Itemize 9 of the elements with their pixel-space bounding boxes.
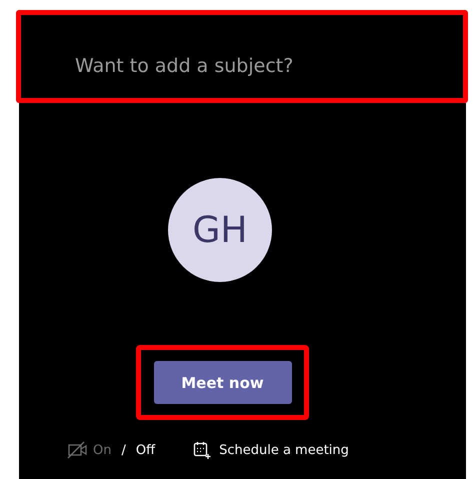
- calendar-add-icon: [193, 441, 212, 459]
- schedule-meeting-link[interactable]: Schedule a meeting: [193, 441, 349, 459]
- meet-now-button[interactable]: Meet now: [154, 361, 292, 404]
- camera-toggle-option[interactable]: Off: [132, 442, 160, 458]
- subject-field[interactable]: Want to add a subject?: [73, 54, 437, 78]
- avatar: GH: [168, 178, 272, 282]
- camera-toggle-option[interactable]: On: [89, 442, 116, 458]
- camera-off-icon: [67, 441, 89, 459]
- separator: /: [120, 442, 127, 458]
